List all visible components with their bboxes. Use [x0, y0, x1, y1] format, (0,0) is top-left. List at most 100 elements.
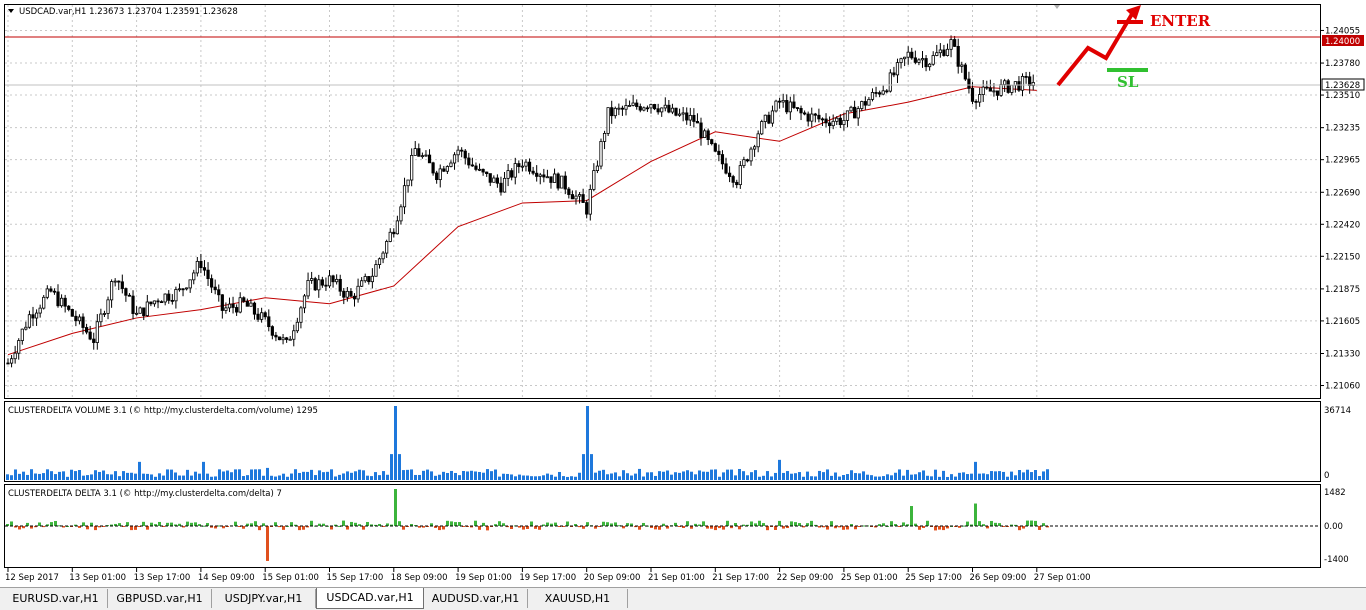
candle-body: [185, 287, 189, 290]
chart-canvas[interactable]: USDCAD.var,H1 1.23673 1.23704 1.23591 1.…: [0, 0, 1366, 587]
candle-body: [360, 280, 364, 287]
delta-bar: [438, 526, 441, 531]
price-tick-label: 1.21060: [1325, 382, 1360, 392]
volume-bar: [658, 471, 661, 480]
volume-bar: [282, 473, 285, 480]
candle-body: [445, 166, 449, 172]
candle-body: [59, 297, 64, 307]
candle-body: [31, 314, 35, 319]
candle-body: [999, 84, 1003, 96]
volume-panel-title: CLUSTERDELTA VOLUME 3.1 (© http://my.clu…: [8, 406, 318, 416]
volume-bar: [82, 475, 85, 480]
main-price-panel[interactable]: [4, 4, 1321, 399]
volume-bar: [334, 476, 337, 480]
delta-bar: [446, 520, 449, 526]
volume-bar: [890, 475, 893, 480]
tab-usdcad-var-h1[interactable]: USDCAD.var,H1: [316, 588, 424, 609]
candle-body: [910, 51, 914, 59]
volume-bar: [578, 472, 581, 480]
candle-body: [878, 92, 882, 95]
volume-bar: [322, 472, 325, 480]
volume-bar: [270, 475, 273, 480]
time-tick-label: 22 Sep 09:00: [777, 573, 834, 583]
volume-bar: [330, 469, 333, 480]
volume-bar: [1034, 470, 1037, 480]
candle-body: [567, 188, 571, 195]
volume-bar: [134, 473, 137, 480]
candle-body: [374, 264, 378, 277]
candle-body: [210, 278, 214, 288]
candle-body: [242, 297, 246, 302]
delta-bar: [498, 521, 501, 526]
candle-body: [149, 301, 153, 305]
delta-bar: [194, 522, 197, 526]
tab-audusd-var-h1[interactable]: AUDUSD.var,H1: [424, 589, 528, 608]
price-tick-label: 1.22150: [1325, 252, 1360, 262]
volume-bar: [1010, 471, 1013, 480]
delta-bar: [1026, 520, 1029, 526]
candle-body: [735, 181, 739, 186]
volume-bar: [962, 472, 965, 480]
candle-body: [599, 141, 603, 167]
volume-bar: [286, 476, 289, 480]
tab-gbpusd-var-h1[interactable]: GBPUSD.var,H1: [108, 589, 212, 608]
volume-bar: [118, 476, 121, 480]
volume-bar: [746, 475, 749, 480]
volume-bar: [842, 475, 845, 480]
price-tick-label: 1.22420: [1325, 220, 1360, 230]
candle-body: [474, 165, 478, 170]
candle-body: [888, 72, 892, 92]
candle-body: [985, 86, 989, 89]
volume-bar: [946, 476, 949, 480]
candle-body: [813, 113, 817, 116]
delta-bar: [778, 520, 781, 526]
tab-usdjpy-var-h1[interactable]: USDJPY.var,H1: [212, 589, 316, 608]
volume-bar: [594, 472, 597, 480]
delta-bar: [1038, 526, 1041, 530]
volume-bar: [682, 471, 685, 480]
price-tick-label: 1.21875: [1325, 285, 1360, 295]
tab-xauusd-h1[interactable]: XAUUSD,H1: [528, 589, 628, 608]
delta-bar: [546, 522, 549, 526]
candle-body: [942, 49, 946, 56]
volume-bar: [762, 475, 765, 480]
volume-bar: [18, 473, 21, 480]
candle-body: [778, 100, 782, 103]
volume-bar: [850, 470, 853, 480]
tab-eurusd-var-h1[interactable]: EURUSD.var,H1: [4, 589, 108, 608]
delta-bar: [234, 521, 237, 526]
candle-body: [931, 55, 935, 65]
candle-body: [767, 114, 771, 124]
volume-bar: [698, 470, 701, 480]
candle-body: [338, 278, 342, 292]
candle-body: [552, 173, 557, 183]
candle-body: [74, 315, 78, 322]
delta-bar: [398, 521, 401, 526]
delta-panel-title: CLUSTERDELTA DELTA 3.1 (© http://my.clus…: [8, 489, 282, 499]
volume-bar: [30, 469, 33, 480]
volume-bar: [1042, 471, 1045, 480]
delta-bar: [170, 522, 173, 526]
volume-bar: [210, 476, 213, 480]
candle-body: [485, 171, 489, 174]
delta-bar: [586, 522, 589, 526]
candle-body: [84, 327, 89, 333]
volume-bar: [482, 472, 485, 480]
volume-bar: [802, 476, 805, 480]
volume-bar: [650, 472, 653, 480]
volume-bar: [970, 473, 973, 480]
candle-body: [706, 130, 710, 141]
candle-body: [795, 107, 800, 109]
time-tick-label: 21 Sep 01:00: [648, 573, 705, 583]
volume-bar: [710, 469, 713, 480]
candle-body: [481, 168, 485, 173]
delta-bar: [990, 520, 993, 526]
candle-body: [592, 170, 596, 190]
candle-body: [702, 130, 707, 138]
candle-body: [399, 206, 403, 222]
candle-body: [363, 276, 367, 282]
candle-body: [288, 338, 292, 341]
candle-body: [835, 117, 839, 122]
volume-bar: [538, 476, 541, 480]
candle-body: [924, 58, 928, 68]
